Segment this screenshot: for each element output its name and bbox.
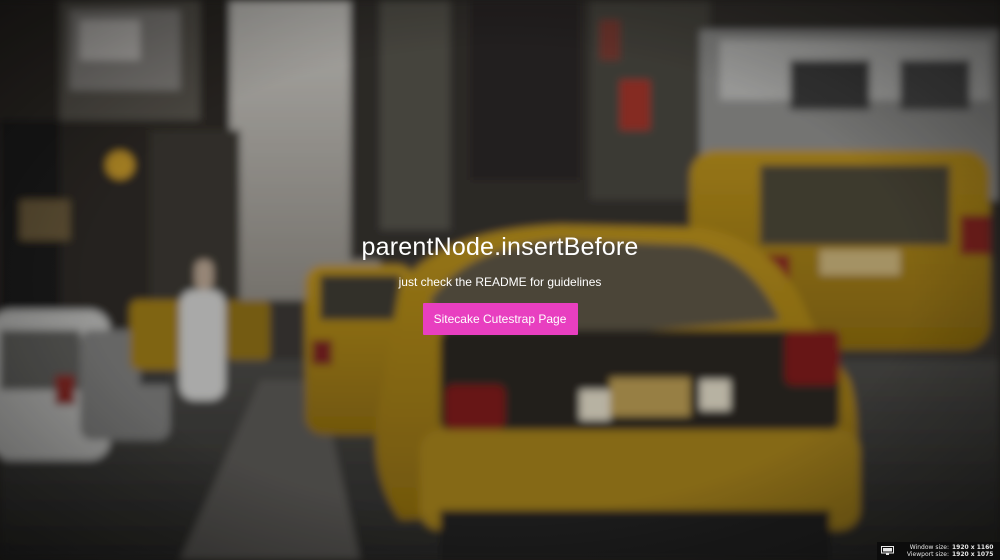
viewport-size-value: 1920 x 1075: [952, 551, 994, 558]
hero-section: parentNode.insertBefore just check the R…: [0, 0, 1000, 560]
window-size-label: Window size:: [909, 544, 949, 551]
monitor-icon: [881, 546, 894, 555]
viewport-size-row: Viewport size: 1920 x 1075: [899, 551, 996, 558]
sitecake-page-button[interactable]: Sitecake Cutestrap Page: [422, 303, 578, 335]
window-size-indicator: Window size: 1920 x 1160 Viewport size: …: [877, 542, 1000, 560]
page-subtitle: just check the README for guidelines: [398, 275, 602, 289]
window-size-row: Window size: 1920 x 1160: [899, 544, 996, 551]
page-title: parentNode.insertBefore: [361, 233, 639, 261]
window-size-value: 1920 x 1160: [952, 544, 994, 551]
size-readout: Window size: 1920 x 1160 Viewport size: …: [899, 544, 996, 558]
hero-content: parentNode.insertBefore just check the R…: [0, 226, 1000, 335]
viewport-size-label: Viewport size:: [906, 551, 949, 558]
